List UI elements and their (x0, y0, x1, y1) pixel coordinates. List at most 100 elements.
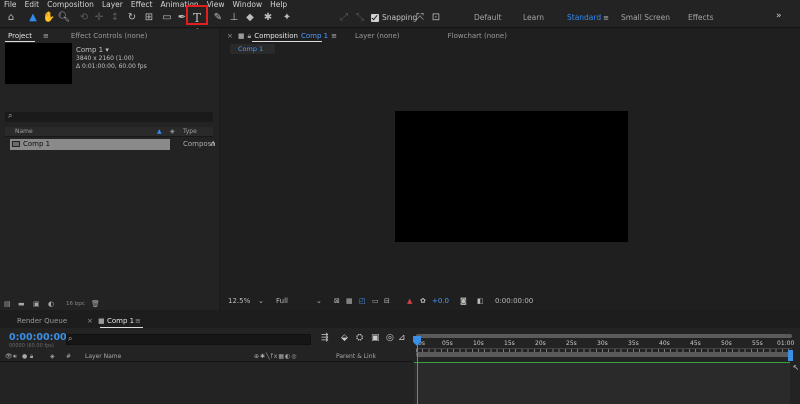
resolution-select[interactable]: Full (276, 297, 288, 305)
tab-project[interactable]: Project (8, 32, 32, 40)
snap-options-icon[interactable]: ⤧ (414, 12, 426, 24)
region-of-interest-icon[interactable]: ⊠ (334, 297, 340, 305)
show-snapshot-icon[interactable]: ◧ (477, 297, 484, 305)
workspace-menu-icon[interactable]: ≡ (600, 12, 612, 24)
tab-composition[interactable]: Composition (254, 32, 298, 40)
work-area-end-handle[interactable] (788, 350, 793, 361)
lock-switch-icon[interactable]: 🔒︎ (30, 353, 33, 361)
zoom-tool-icon[interactable]: 🔍︎ (58, 12, 71, 24)
workspace-small-screen[interactable]: Small Screen (621, 13, 670, 22)
timeline-close-icon[interactable]: × (87, 317, 93, 325)
new-folder-icon[interactable]: ▬ (18, 300, 25, 308)
tab-flowchart[interactable]: Flowchart (none) (448, 32, 507, 40)
resolution-dropdown-icon[interactable]: ⌄ (316, 297, 322, 305)
menu-effect[interactable]: Effect (131, 0, 153, 9)
project-item-row[interactable]: Comp 1 Compos ⋔ (5, 139, 216, 150)
rectangle-tool-icon[interactable]: ▭ (161, 12, 173, 24)
menu-edit[interactable]: Edit (25, 0, 40, 9)
home-icon[interactable]: ⌂ (5, 12, 17, 24)
workspace-effects[interactable]: Effects (688, 13, 714, 22)
menu-view[interactable]: View (207, 0, 225, 9)
shy-layers-icon[interactable]: ⛭ (356, 333, 363, 343)
menu-help[interactable]: Help (270, 0, 287, 9)
layer-switches-icon[interactable]: ⊕✱╲fx▦◐◎ (254, 353, 297, 360)
puppet-tool-icon[interactable]: ✦ (281, 12, 293, 24)
sort-asc-icon[interactable]: ▲ (157, 128, 162, 135)
axis-world-icon[interactable]: ⤡ (354, 12, 366, 24)
trash-icon[interactable]: 🗑︎ (91, 300, 100, 308)
current-time-display[interactable]: 0:00:00:00 (9, 332, 67, 343)
orbit-camera-icon[interactable]: ⟲ (78, 12, 90, 24)
timeline-track-area[interactable] (414, 362, 790, 404)
label-icon[interactable]: ◈ (50, 353, 55, 360)
time-ruler[interactable]: 0s 05s 10s 15s 20s 25s 30s 35s 40s 45s 5… (414, 334, 800, 362)
time-navigator-bar[interactable] (416, 334, 792, 338)
solo-switch-icon[interactable]: ● (22, 353, 27, 360)
eraser-tool-icon[interactable]: ◆ (244, 12, 256, 24)
draft-3d-icon[interactable]: ⬙ (341, 333, 348, 343)
dolly-camera-icon[interactable]: ↕ (109, 12, 121, 24)
motion-blur-icon[interactable]: ◎ (386, 333, 394, 343)
transparency-grid-icon[interactable]: ▦ (346, 297, 353, 305)
composition-viewer[interactable] (395, 111, 628, 242)
lock-icon[interactable]: 🔒︎ (248, 32, 252, 41)
zoom-level[interactable]: 12.5% (228, 297, 250, 305)
audio-switch-icon[interactable]: 🔊︎ (13, 353, 17, 361)
workspace-learn[interactable]: Learn (523, 13, 544, 22)
close-icon[interactable]: × (227, 32, 233, 40)
tab-effect-controls[interactable]: Effect Controls (none) (71, 32, 147, 40)
bit-depth-label[interactable]: 16 bpc (66, 301, 85, 307)
project-menu-icon[interactable]: ≡ (43, 32, 49, 40)
pan-camera-icon[interactable]: ✛ (93, 12, 105, 24)
graph-editor-icon[interactable]: ⊿ (398, 333, 406, 343)
snapshot-icon[interactable]: ◙ (460, 297, 467, 305)
timeline-search-input[interactable] (66, 334, 311, 345)
mask-visibility-icon[interactable]: ◰ (359, 297, 366, 305)
col-type[interactable]: Type (183, 128, 197, 135)
pan-behind-icon[interactable]: ⊞ (143, 12, 155, 24)
menu-composition[interactable]: Composition (47, 0, 94, 9)
roto-brush-icon[interactable]: ✱ (262, 12, 274, 24)
tab-composition-name[interactable]: Comp 1 (301, 32, 328, 40)
new-composition-icon[interactable]: ▣ (33, 300, 40, 308)
workspace-default[interactable]: Default (474, 13, 501, 22)
project-settings-icon[interactable]: ◐ (48, 300, 54, 308)
snap-edge-icon[interactable]: ⊡ (430, 12, 442, 24)
tab-timeline-comp[interactable]: Comp 1 (107, 317, 134, 325)
guides-icon[interactable]: ▭ (372, 297, 379, 305)
col-name[interactable]: Name (15, 128, 33, 135)
rotation-tool-icon[interactable]: ↻ (126, 12, 138, 24)
interpret-footage-icon[interactable]: ▤ (4, 300, 11, 308)
axis-local-icon[interactable]: ⤢ (338, 12, 350, 24)
composition-menu-icon[interactable]: ≡ (331, 32, 337, 40)
comp-breadcrumb[interactable]: Comp 1 (230, 44, 275, 54)
tab-render-queue[interactable]: Render Queue (17, 317, 67, 325)
channels-icon[interactable]: ▲ (407, 297, 412, 305)
timeline-menu-icon[interactable]: ≡ (135, 317, 141, 325)
exposure-value[interactable]: +0.0 (432, 297, 449, 305)
hand-tool-icon[interactable]: ✋ (43, 12, 55, 24)
video-switch-icon[interactable]: 👁︎ (5, 353, 13, 360)
label-tag-icon[interactable]: ◈ (170, 128, 175, 135)
col-parent-link[interactable]: Parent & Link (336, 353, 376, 360)
brush-tool-icon[interactable]: ✎ (212, 12, 224, 24)
clone-stamp-icon[interactable]: ⊥ (228, 12, 240, 24)
workspace-overflow-icon[interactable]: » (776, 11, 782, 21)
flowchart-icon[interactable]: ⋔ (210, 140, 216, 148)
frame-blending-icon[interactable]: ▣ (371, 333, 380, 343)
selection-tool-icon[interactable]: ▲ (27, 12, 39, 24)
viewer-timecode[interactable]: 0:00:00:00 (495, 297, 533, 305)
tab-layer[interactable]: Layer (none) (355, 32, 400, 40)
zoom-dropdown-icon[interactable]: ⌄ (258, 297, 264, 305)
comp-mini-flowchart-icon[interactable]: ⇶ (321, 333, 329, 343)
project-search-input[interactable] (5, 112, 213, 122)
col-layer-name[interactable]: Layer Name (85, 353, 121, 360)
snapping-checkbox[interactable] (371, 14, 379, 22)
menu-file[interactable]: File (4, 0, 17, 9)
menu-window[interactable]: Window (233, 0, 263, 9)
grid-icon[interactable]: ⊟ (384, 297, 390, 305)
color-management-icon[interactable]: ✿ (420, 297, 426, 305)
menu-layer[interactable]: Layer (102, 0, 123, 9)
work-area-bar[interactable] (416, 352, 792, 357)
workspace-standard[interactable]: Standard (567, 13, 601, 22)
